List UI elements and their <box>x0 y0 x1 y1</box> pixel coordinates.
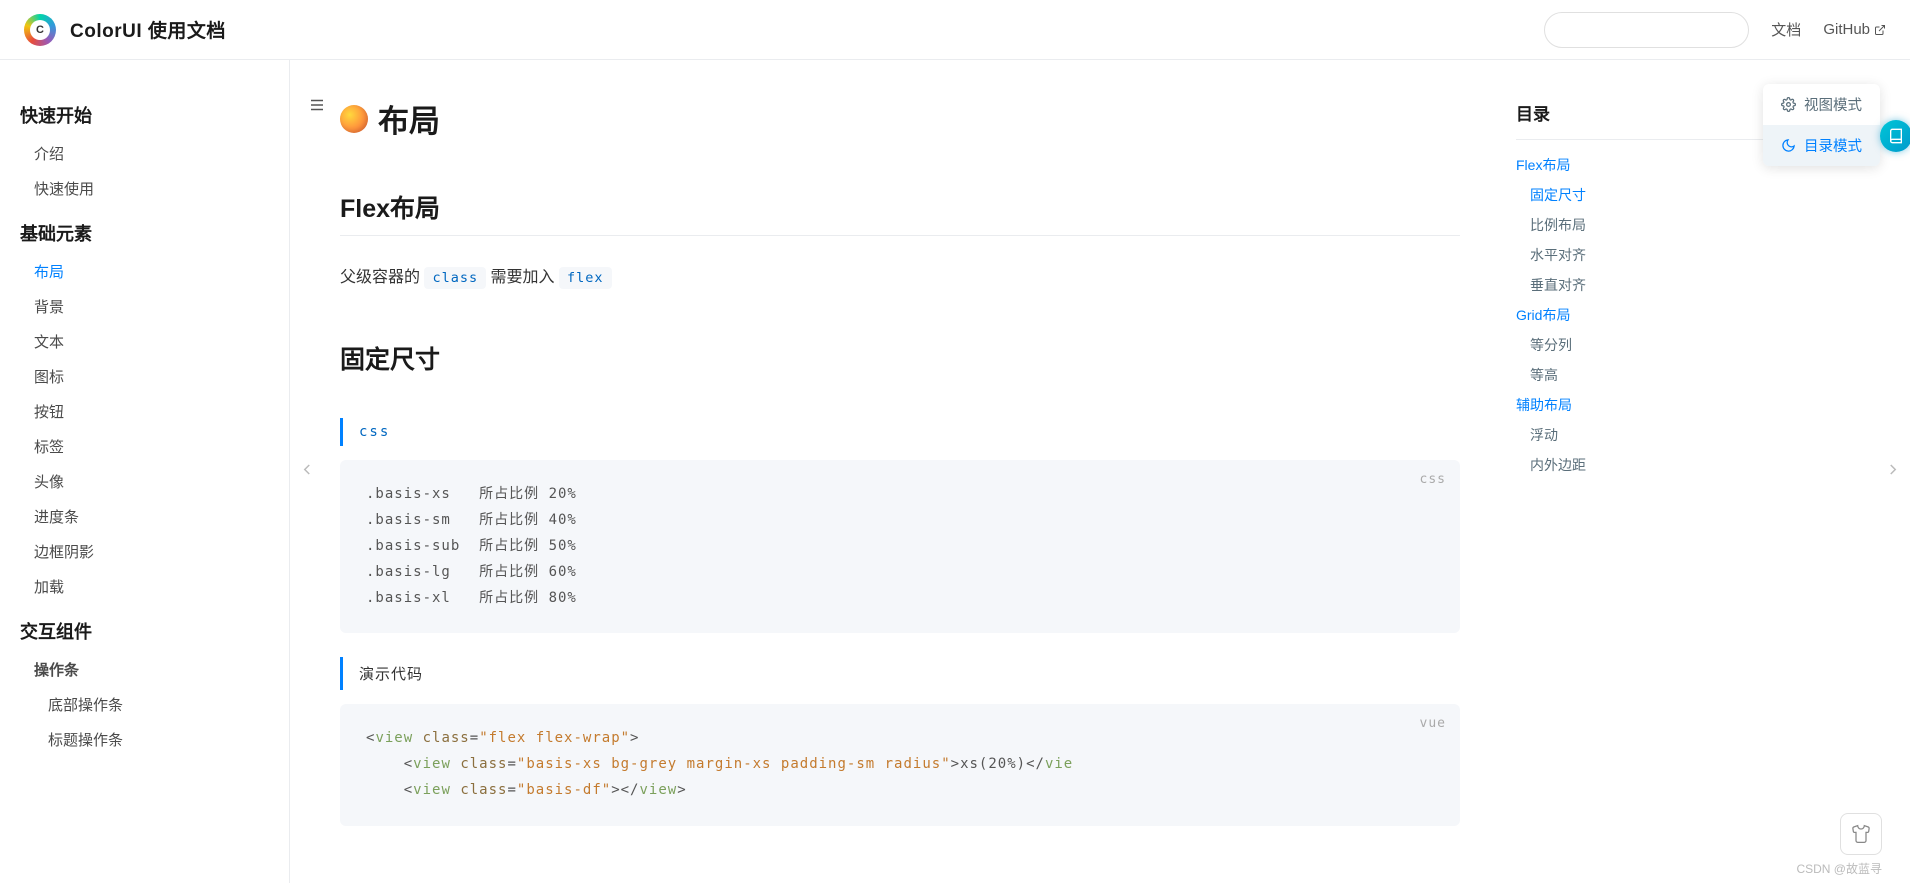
sidebar-item[interactable]: 加载 <box>20 569 289 604</box>
toc-item[interactable]: 浮动 <box>1516 420 1886 450</box>
css-code-block: css .basis-xs 所占比例 20%.basis-sm 所占比例 40%… <box>340 460 1460 633</box>
sidebar-group-title: 基础元素 <box>20 206 289 254</box>
inline-code-class: class <box>424 267 486 289</box>
code-line: <view class="basis-xs bg-grey margin-xs … <box>366 752 1434 778</box>
heading-fixed-size: 固定尺寸 <box>340 340 1460 376</box>
sidebar-item[interactable]: 图标 <box>20 359 289 394</box>
sidebar-group-title: 交互组件 <box>20 604 289 652</box>
book-icon <box>1888 128 1904 144</box>
toc-item[interactable]: 等高 <box>1516 360 1886 390</box>
toc-fab-button[interactable] <box>1880 120 1910 152</box>
sidebar-item[interactable]: 标题操作条 <box>20 722 289 757</box>
sidebar: 快速开始介绍快速使用基础元素布局背景文本图标按钮标签头像进度条边框阴影加载交互组… <box>0 60 290 883</box>
code-line: .basis-xl 所占比例 80% <box>366 586 1434 612</box>
code-tab-demo[interactable]: 演示代码 <box>340 657 439 690</box>
text: 需要加入 <box>491 269 559 286</box>
watermark: CSDN @故蓝寻 <box>1796 860 1882 877</box>
text: 父级容器的 <box>340 269 424 286</box>
chevron-right-icon <box>1884 460 1902 478</box>
sidebar-group-title: 快速开始 <box>20 88 289 136</box>
code-line: .basis-xs 所占比例 20% <box>366 482 1434 508</box>
code-line: .basis-sm 所占比例 40% <box>366 508 1434 534</box>
hamburger-icon <box>308 96 326 114</box>
external-link-icon <box>1874 24 1886 36</box>
sidebar-item[interactable]: 边框阴影 <box>20 534 289 569</box>
mode-toc-button[interactable]: 目录模式 <box>1763 125 1880 166</box>
code-line: .basis-sub 所占比例 50% <box>366 534 1434 560</box>
page-title: 布局 <box>340 96 1460 141</box>
code-line: <view class="flex flex-wrap"> <box>366 726 1434 752</box>
sidebar-item[interactable]: 背景 <box>20 289 289 324</box>
toc-item[interactable]: 垂直对齐 <box>1516 270 1886 300</box>
content: 布局 Flex布局 父级容器的 class 需要加入 flex 固定尺寸 css… <box>290 60 1510 883</box>
vue-code-block: vue <view class="flex flex-wrap"> <view … <box>340 704 1460 826</box>
code-line: <view class="basis-df"></view> <box>366 778 1434 804</box>
page-title-text: 布局 <box>378 96 440 141</box>
sidebar-item[interactable]: 头像 <box>20 464 289 499</box>
float-action-button[interactable] <box>1840 813 1882 855</box>
header: ColorUI 使用文档 文档 GitHub <box>0 0 1910 60</box>
sidebar-item[interactable]: 操作条 <box>20 652 289 687</box>
nav-github-label: GitHub <box>1823 21 1870 38</box>
mode-popup: 视图模式 目录模式 <box>1763 84 1880 166</box>
toc-item[interactable]: 水平对齐 <box>1516 240 1886 270</box>
toc-list: Flex布局固定尺寸比例布局水平对齐垂直对齐Grid布局等分列等高辅助布局浮动内… <box>1516 139 1886 480</box>
toc-item[interactable]: 等分列 <box>1516 330 1886 360</box>
page-title-icon <box>340 105 368 133</box>
mode-toc-label: 目录模式 <box>1804 135 1862 156</box>
sidebar-item[interactable]: 快速使用 <box>20 171 289 206</box>
code-lang-label: css <box>1420 468 1446 492</box>
moon-icon <box>1781 138 1796 153</box>
toc-item[interactable]: 辅助布局 <box>1516 390 1886 420</box>
nav-doc-link[interactable]: 文档 <box>1771 19 1801 40</box>
toc-item[interactable]: 固定尺寸 <box>1516 180 1886 210</box>
toc-item[interactable]: 比例布局 <box>1516 210 1886 240</box>
code-tab-css[interactable]: css <box>340 418 406 446</box>
search-box[interactable] <box>1544 12 1749 48</box>
code-line: .basis-lg 所占比例 60% <box>366 560 1434 586</box>
toc-panel: 目录 Flex布局固定尺寸比例布局水平对齐垂直对齐Grid布局等分列等高辅助布局… <box>1510 60 1910 883</box>
toc-item[interactable]: Grid布局 <box>1516 300 1886 330</box>
inline-code-flex: flex <box>559 267 612 289</box>
nav-github-link[interactable]: GitHub <box>1823 21 1886 38</box>
chevron-left-icon <box>298 460 316 478</box>
flex-intro-paragraph: 父级容器的 class 需要加入 flex <box>340 262 1460 294</box>
heading-flex: Flex布局 <box>340 189 1460 236</box>
header-right: 文档 GitHub <box>1544 12 1886 48</box>
sidebar-item[interactable]: 底部操作条 <box>20 687 289 722</box>
mode-view-label: 视图模式 <box>1804 94 1862 115</box>
next-page-button[interactable] <box>1878 454 1908 489</box>
mode-view-button[interactable]: 视图模式 <box>1763 84 1880 125</box>
sidebar-item[interactable]: 介绍 <box>20 136 289 171</box>
sidebar-item[interactable]: 标签 <box>20 429 289 464</box>
main: 布局 Flex布局 父级容器的 class 需要加入 flex 固定尺寸 css… <box>290 60 1910 883</box>
sidebar-item[interactable]: 文本 <box>20 324 289 359</box>
layout: 快速开始介绍快速使用基础元素布局背景文本图标按钮标签头像进度条边框阴影加载交互组… <box>0 0 1910 883</box>
site-title: ColorUI 使用文档 <box>70 16 226 43</box>
menu-toggle-button[interactable] <box>308 96 326 119</box>
code-lang-label: vue <box>1420 712 1446 736</box>
logo-icon <box>24 14 56 46</box>
gear-icon <box>1781 97 1796 112</box>
sidebar-item[interactable]: 按钮 <box>20 394 289 429</box>
toc-item[interactable]: 内外边距 <box>1516 450 1886 480</box>
search-input[interactable] <box>1567 22 1748 38</box>
prev-page-button[interactable] <box>292 454 322 489</box>
shirt-icon <box>1851 824 1871 844</box>
sidebar-item[interactable]: 进度条 <box>20 499 289 534</box>
sidebar-item[interactable]: 布局 <box>20 254 289 289</box>
